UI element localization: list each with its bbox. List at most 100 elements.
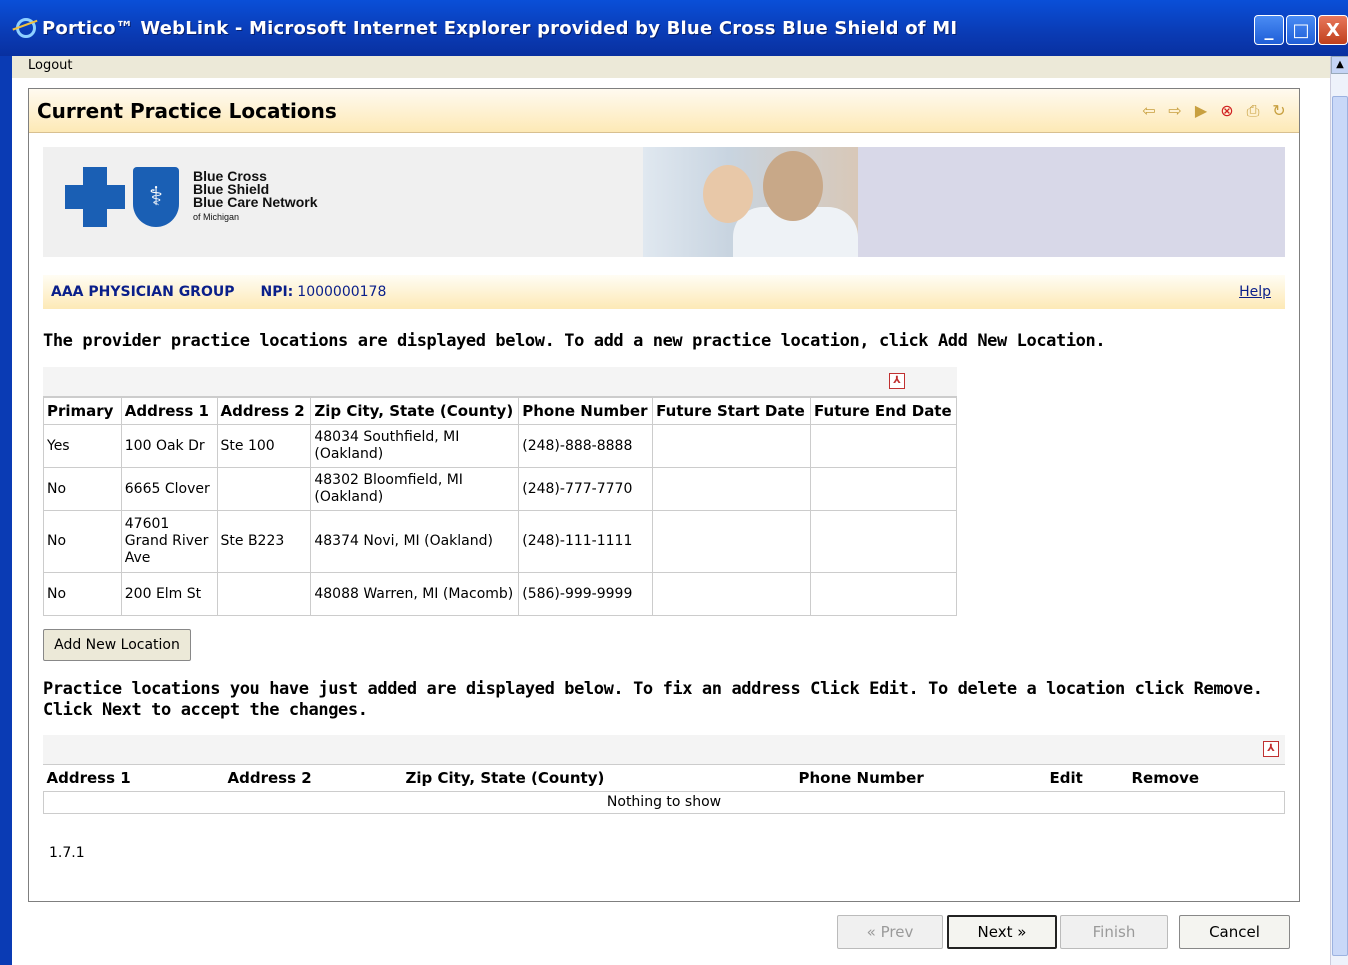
cell-address2 — [216, 467, 312, 511]
main-panel: Current Practice Locations ⇦ ⇨ ▶ ⊗ ⎙ ↻ ⚕… — [28, 88, 1300, 902]
version-label: 1.7.1 — [49, 845, 85, 861]
column-header[interactable]: Address 1 — [43, 765, 225, 792]
logout-link[interactable]: Logout — [28, 58, 73, 73]
cell-address2 — [216, 572, 312, 616]
blue-cross-icon — [65, 167, 125, 227]
new-locations-table-container: ⅄ Address 1 Address 2 Zip City, State (C… — [43, 735, 1285, 814]
cell-start-date — [652, 424, 812, 468]
new-locations-export-bar: ⅄ — [43, 735, 1285, 765]
column-header[interactable]: Zip City, State (County) — [310, 397, 520, 425]
banner-background — [858, 147, 1285, 257]
help-link[interactable]: Help — [1239, 284, 1271, 300]
close-button[interactable]: X — [1318, 15, 1348, 45]
vertical-scrollbar[interactable]: ▲ — [1330, 56, 1348, 965]
page-content: Current Practice Locations ⇦ ⇨ ▶ ⊗ ⎙ ↻ ⚕… — [12, 78, 1330, 965]
window-title: Portico™ WebLink - Microsoft Internet Ex… — [42, 17, 958, 39]
cell-primary: No — [43, 510, 122, 573]
browser-window: Portico™ WebLink - Microsoft Internet Ex… — [0, 0, 1348, 965]
menu-bar: Logout — [12, 56, 1330, 78]
cell-primary: Yes — [43, 424, 122, 468]
cell-primary: No — [43, 572, 122, 616]
cell-end-date — [810, 424, 957, 468]
prev-button[interactable]: « Prev — [837, 915, 943, 949]
table-row: Nothing to show — [43, 790, 1285, 814]
column-header[interactable]: Future Start Date — [652, 397, 812, 425]
column-header[interactable]: Address 2 — [216, 397, 312, 425]
cell-address1: 47601 Grand River Ave — [120, 510, 218, 573]
table-header-row: Address 1 Address 2 Zip City, State (Cou… — [43, 765, 1285, 792]
stop-icon[interactable]: ⊗ — [1217, 101, 1237, 121]
column-header[interactable]: Phone Number — [795, 765, 1047, 792]
pdf-export-icon[interactable]: ⅄ — [1263, 741, 1279, 757]
banner-photo-baby — [703, 165, 753, 223]
cell-phone: (586)-999-9999 — [518, 572, 654, 616]
npi-label: NPI: — [260, 284, 294, 300]
cell-address2: Ste 100 — [216, 424, 312, 468]
cell-phone: (248)-111-1111 — [518, 510, 654, 573]
cell-start-date — [652, 510, 812, 573]
column-header[interactable]: Address 2 — [224, 765, 403, 792]
empty-table-message: Nothing to show — [43, 790, 1285, 814]
bcbs-logo: ⚕ Blue Cross Blue Shield Blue Care Netwo… — [65, 167, 317, 227]
minimize-button[interactable]: _ — [1254, 15, 1284, 45]
cell-zip-city: 48034 Southfield, MI (Oakland) — [310, 424, 520, 468]
cell-address1: 6665 Clover — [120, 467, 218, 511]
scroll-up-icon[interactable]: ▲ — [1331, 56, 1348, 74]
brand-line-3: Blue Care Network — [193, 194, 318, 210]
finish-button[interactable]: Finish — [1060, 915, 1168, 949]
blue-shield-icon: ⚕ — [133, 167, 179, 227]
brand-line-4: of Michigan — [193, 212, 240, 222]
table-row[interactable]: No 200 Elm St 48088 Warren, MI (Macomb) … — [43, 572, 957, 616]
locations-export-bar: ⅄ — [43, 367, 957, 397]
cell-address1: 100 Oak Dr — [120, 424, 218, 468]
npi-value: 1000000178 — [297, 284, 387, 300]
cell-address2: Ste B223 — [216, 510, 312, 573]
print-icon[interactable]: ⎙ — [1243, 101, 1263, 121]
table-row[interactable]: No 47601 Grand River Ave Ste B223 48374 … — [43, 510, 957, 573]
cell-end-date — [810, 572, 957, 616]
locations-table: Primary Address 1 Address 2 Zip City, St… — [43, 397, 957, 616]
column-header[interactable]: Future End Date — [810, 397, 957, 425]
panel-toolbar: ⇦ ⇨ ▶ ⊗ ⎙ ↻ — [1139, 101, 1289, 121]
next-button[interactable]: Next » — [947, 915, 1057, 949]
cell-end-date — [810, 467, 957, 511]
column-header[interactable]: Edit — [1046, 765, 1129, 792]
forward-icon[interactable]: ⇨ — [1165, 101, 1185, 121]
cell-zip-city: 48302 Bloomfield, MI (Oakland) — [310, 467, 520, 511]
column-header[interactable]: Address 1 — [120, 397, 218, 425]
title-bar: Portico™ WebLink - Microsoft Internet Ex… — [0, 0, 1348, 56]
cancel-button[interactable]: Cancel — [1179, 915, 1290, 949]
cell-primary: No — [43, 467, 122, 511]
cell-zip-city: 48374 Novi, MI (Oakland) — [310, 510, 520, 573]
column-header[interactable]: Primary — [43, 397, 122, 425]
cell-address1: 200 Elm St — [120, 572, 218, 616]
scroll-thumb[interactable] — [1332, 96, 1348, 956]
new-locations-intro-text: Practice locations you have just added a… — [43, 679, 1263, 720]
table-row[interactable]: No 6665 Clover 48302 Bloomfield, MI (Oak… — [43, 467, 957, 511]
pdf-export-icon[interactable]: ⅄ — [889, 373, 905, 389]
column-header[interactable]: Remove — [1128, 765, 1285, 792]
maximize-button[interactable]: □ — [1286, 15, 1316, 45]
banner-photo-doctor-face — [763, 151, 823, 221]
new-locations-table: Address 1 Address 2 Zip City, State (Cou… — [43, 765, 1285, 814]
back-icon[interactable]: ⇦ — [1139, 101, 1159, 121]
table-header-row: Primary Address 1 Address 2 Zip City, St… — [43, 397, 957, 425]
refresh-icon[interactable]: ↻ — [1269, 101, 1289, 121]
column-header[interactable]: Zip City, State (County) — [402, 765, 796, 792]
locations-table-container: ⅄ Primary Address 1 Address 2 Zip City, … — [43, 367, 957, 616]
cell-end-date — [810, 510, 957, 573]
cell-phone: (248)-777-7770 — [518, 467, 654, 511]
provider-info-bar: AAA PHYSICIAN GROUP NPI: 1000000178 Help — [43, 275, 1285, 309]
ie-logo-icon — [16, 18, 36, 38]
window-frame — [0, 56, 12, 965]
cell-start-date — [652, 572, 812, 616]
cell-zip-city: 48088 Warren, MI (Macomb) — [310, 572, 520, 616]
add-new-location-button[interactable]: Add New Location — [43, 629, 191, 661]
page-title: Current Practice Locations — [37, 98, 337, 123]
cell-phone: (248)-888-8888 — [518, 424, 654, 468]
provider-group-name: AAA PHYSICIAN GROUP — [51, 284, 235, 300]
play-icon[interactable]: ▶ — [1191, 101, 1211, 121]
column-header[interactable]: Phone Number — [518, 397, 654, 425]
table-row[interactable]: Yes 100 Oak Dr Ste 100 48034 Southfield,… — [43, 424, 957, 468]
brand-name: Blue Cross Blue Shield Blue Care Network… — [193, 169, 318, 224]
